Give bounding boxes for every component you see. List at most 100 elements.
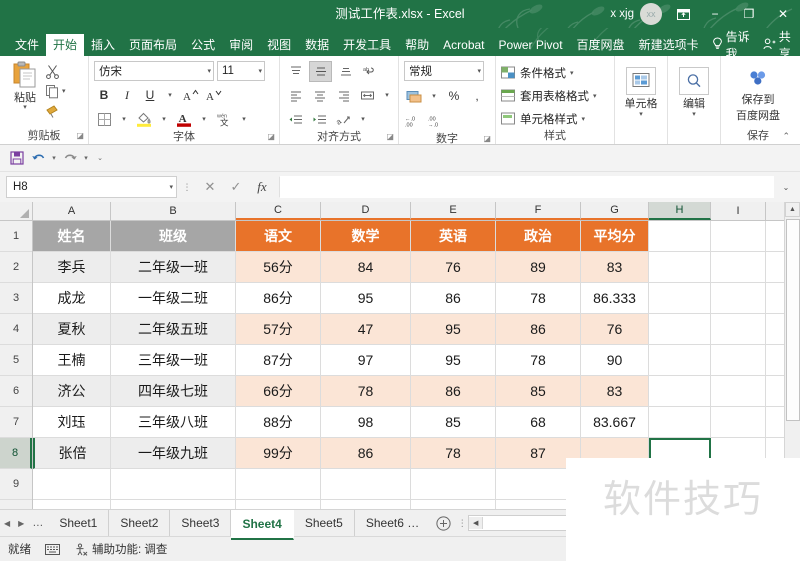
cell-C8[interactable]: 99分 <box>236 438 321 469</box>
account-name[interactable]: x xjg <box>604 8 640 20</box>
cut-button[interactable] <box>45 62 66 80</box>
grow-font-button[interactable]: A <box>180 86 200 105</box>
increase-indent-button[interactable] <box>309 110 330 129</box>
cell-styles-button[interactable]: 单元格样式 ▾ <box>501 108 585 129</box>
cell-C6[interactable]: 66分 <box>236 376 321 407</box>
close-button[interactable]: ✕ <box>766 0 800 28</box>
cell-D7[interactable]: 98 <box>321 407 411 438</box>
first-sheet-button[interactable]: ◀ <box>4 519 10 528</box>
cell-G2[interactable]: 83 <box>581 252 649 283</box>
sheet-tab-sheet2[interactable]: Sheet2 <box>109 510 171 536</box>
column-header-E[interactable]: E <box>411 202 496 220</box>
cell-B4[interactable]: 二年级五班 <box>111 314 236 345</box>
cell-D5[interactable]: 97 <box>321 345 411 376</box>
merge-center-button[interactable] <box>357 86 378 105</box>
row-header-6[interactable]: 6 <box>0 376 32 407</box>
number-format-caret[interactable]: ▾ <box>477 67 481 75</box>
tab-home[interactable]: 开始 <box>46 34 85 56</box>
formula-bar-grip[interactable]: ⋮ <box>181 183 193 192</box>
row-header-5[interactable]: 5 <box>0 345 32 376</box>
cell-styles-caret[interactable]: ▾ <box>582 115 586 123</box>
save-to-baidu-button[interactable]: 保存到 百度网盘 <box>726 62 790 123</box>
sheet-bar-grip[interactable]: ⋮ <box>456 519 468 528</box>
row-header-2[interactable]: 2 <box>0 252 32 283</box>
cell-C4[interactable]: 57分 <box>236 314 321 345</box>
editing-button[interactable]: 编辑 ▾ <box>673 64 715 118</box>
cell-I6[interactable] <box>711 376 766 407</box>
add-sheet-button[interactable] <box>430 510 456 536</box>
tab-acrobat[interactable]: Acrobat <box>436 34 491 56</box>
cell-C3[interactable]: 86分 <box>236 283 321 314</box>
column-header-I[interactable]: I <box>711 202 766 220</box>
fill-color-caret[interactable]: ▾ <box>157 110 171 129</box>
cell-E3[interactable]: 86 <box>411 283 496 314</box>
tab-data[interactable]: 数据 <box>298 34 336 56</box>
save-icon[interactable] <box>8 149 26 167</box>
formula-input[interactable] <box>279 176 774 198</box>
cell-A4[interactable]: 夏秋 <box>33 314 111 345</box>
cells-button[interactable]: 单元格 ▾ <box>620 64 662 118</box>
redo-icon[interactable] <box>61 149 79 167</box>
cell-A10[interactable] <box>33 500 111 509</box>
sheet-tab-sheet3[interactable]: Sheet3 <box>170 510 232 536</box>
orientation-caret[interactable]: ▾ <box>357 110 369 129</box>
font-name-caret[interactable]: ▾ <box>207 67 211 75</box>
accounting-caret[interactable]: ▾ <box>427 87 441 106</box>
cell-I7[interactable] <box>711 407 766 438</box>
align-center-button[interactable] <box>309 86 330 105</box>
paste-button[interactable]: 粘贴 ▾ <box>5 60 45 111</box>
cell-D8[interactable]: 86 <box>321 438 411 469</box>
cell-A2[interactable]: 李兵 <box>33 252 111 283</box>
row-header-1[interactable]: 1 <box>0 221 32 252</box>
cell-F4[interactable]: 86 <box>496 314 581 345</box>
font-dialog-launcher[interactable]: ◪ <box>267 129 275 144</box>
tab-page-layout[interactable]: 页面布局 <box>122 34 184 56</box>
tab-new-tab[interactable]: 新建选项卡 <box>632 34 706 56</box>
row-header-10[interactable]: 10 <box>0 500 32 509</box>
sheet-tab-sheet6[interactable]: Sheet6 … <box>355 510 430 536</box>
cell-F6[interactable]: 85 <box>496 376 581 407</box>
tab-view[interactable]: 视图 <box>260 34 298 56</box>
cell-F7[interactable]: 68 <box>496 407 581 438</box>
cell-A5[interactable]: 王楠 <box>33 345 111 376</box>
cell-D4[interactable]: 47 <box>321 314 411 345</box>
paste-dropdown-caret[interactable]: ▾ <box>23 104 27 111</box>
cell-B10[interactable] <box>111 500 236 509</box>
redo-dropdown-caret[interactable]: ▾ <box>82 154 90 162</box>
cell-I2[interactable] <box>711 252 766 283</box>
phonetic-caret[interactable]: ▾ <box>237 110 251 129</box>
sheet-tab-sheet1[interactable]: Sheet1 <box>48 510 110 536</box>
table-styles-button[interactable]: 套用表格格式 ▾ <box>501 85 597 106</box>
cell-C5[interactable]: 87分 <box>236 345 321 376</box>
cell-B5[interactable]: 三年级一班 <box>111 345 236 376</box>
align-bottom-button[interactable] <box>335 62 356 81</box>
font-size-caret[interactable]: ▾ <box>258 67 262 75</box>
name-box[interactable]: H8 ▾ <box>6 176 177 198</box>
share-button[interactable]: 共享 <box>757 30 800 56</box>
cell-D10[interactable] <box>321 500 411 509</box>
cell-C9[interactable] <box>236 469 321 500</box>
tab-review[interactable]: 审阅 <box>222 34 260 56</box>
cell-E7[interactable]: 85 <box>411 407 496 438</box>
align-top-button[interactable] <box>285 62 306 81</box>
cell-H5[interactable] <box>649 345 711 376</box>
align-middle-button[interactable] <box>309 60 332 82</box>
enter-formula-icon[interactable]: ✓ <box>223 177 249 197</box>
cell-E4[interactable]: 95 <box>411 314 496 345</box>
minimize-button[interactable]: − <box>698 0 732 28</box>
clipboard-dialog-launcher[interactable]: ◪ <box>76 128 84 143</box>
cell-A8[interactable]: 张倍 <box>33 438 111 469</box>
ribbon-display-options-icon[interactable] <box>668 0 698 28</box>
cell-E5[interactable]: 95 <box>411 345 496 376</box>
cell-F2[interactable]: 89 <box>496 252 581 283</box>
borders-button[interactable] <box>94 110 114 129</box>
row-header-4[interactable]: 4 <box>0 314 32 345</box>
cell-D2[interactable]: 84 <box>321 252 411 283</box>
align-left-button[interactable] <box>285 86 306 105</box>
cell-A1[interactable]: 姓名 <box>33 221 111 252</box>
accounting-format-button[interactable] <box>404 87 424 106</box>
cancel-formula-icon[interactable]: ✕ <box>197 177 223 197</box>
cell-B6[interactable]: 四年级七班 <box>111 376 236 407</box>
cell-G5[interactable]: 90 <box>581 345 649 376</box>
tell-me-box[interactable]: 告诉我 <box>706 30 757 56</box>
